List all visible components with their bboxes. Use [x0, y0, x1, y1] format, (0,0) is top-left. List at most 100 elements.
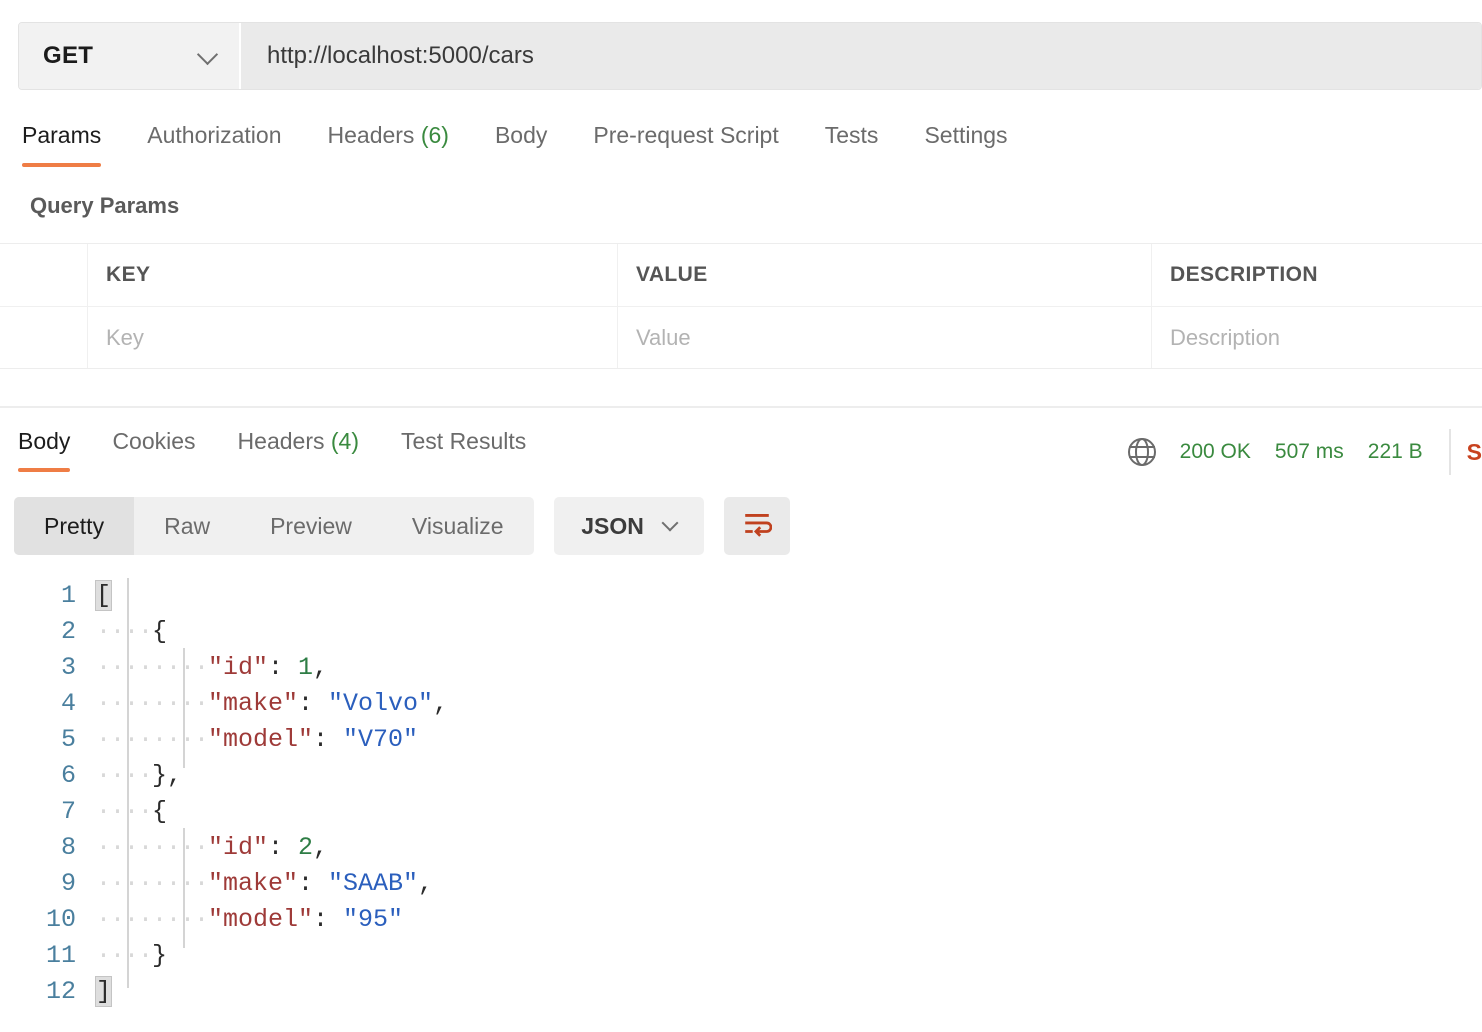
view-mode-preview[interactable]: Preview — [240, 497, 382, 555]
query-params-title: Query Params — [30, 193, 180, 218]
indent-dot: · — [138, 941, 154, 970]
code-line: 3 ········"id": 1, — [0, 650, 1482, 686]
tab-authorization[interactable]: Authorization — [147, 118, 281, 167]
tab-authorization-label: Authorization — [147, 122, 282, 148]
response-tab-headers-count: (4) — [330, 428, 359, 454]
indent-dot: · — [180, 869, 196, 898]
param-value-input[interactable]: Value — [618, 307, 1152, 368]
tab-pre-request-script-label: Pre-request Script — [593, 122, 779, 148]
code-text: ········"id": 2, — [96, 830, 328, 866]
tab-params-label: Params — [22, 122, 102, 148]
indent-dot: · — [110, 689, 126, 718]
response-tab-test-results[interactable]: Test Results — [401, 424, 526, 472]
view-mode-pretty[interactable]: Pretty — [14, 497, 135, 555]
code-token-pun: { — [152, 797, 168, 826]
indent-dot: · — [138, 905, 154, 934]
section-divider — [0, 406, 1482, 408]
save-response-button[interactable]: S — [1467, 439, 1482, 466]
indent-dot: · — [124, 941, 140, 970]
response-body-code[interactable]: 1[2 ····{3 ········"id": 1, 4 ········"make"… — [0, 578, 1482, 1032]
line-number: 4 — [60, 689, 76, 718]
word-wrap-toggle[interactable] — [723, 497, 790, 555]
indent-dot: · — [110, 761, 126, 790]
indent-dot: · — [138, 653, 154, 682]
view-mode-visualize[interactable]: Visualize — [382, 497, 534, 555]
indent-dot: · — [96, 905, 112, 934]
request-tab-bar: Params Authorization Headers (6) Body Pr… — [0, 118, 1482, 176]
tab-params[interactable]: Params — [22, 118, 102, 167]
code-token-pun: , — [313, 653, 329, 682]
http-method-selector[interactable]: GET — [19, 23, 241, 89]
param-key-input[interactable]: Key — [88, 307, 618, 368]
indent-dot: · — [110, 905, 126, 934]
indent-dot: · — [152, 869, 168, 898]
response-format-selector[interactable]: JSON — [553, 497, 704, 555]
code-line: 5 ········"model": "V70" — [0, 722, 1482, 758]
param-description-input[interactable]: Description — [1152, 307, 1482, 368]
indent-dot: · — [110, 725, 126, 754]
code-token-pun: , — [313, 833, 329, 862]
indent-dot: · — [124, 725, 140, 754]
code-token-brk: ] — [94, 976, 113, 1007]
response-tab-body[interactable]: Body — [18, 424, 71, 472]
row-checkbox-cell[interactable] — [0, 307, 88, 368]
tab-tests[interactable]: Tests — [825, 118, 879, 167]
indent-dot: · — [110, 797, 126, 826]
code-text: [ — [94, 578, 113, 614]
url-input[interactable]: http://localhost:5000/cars — [241, 23, 1481, 89]
status-code[interactable]: 200 OK — [1180, 440, 1251, 464]
code-line: 9 ········"make": "SAAB", — [0, 866, 1482, 902]
indent-dot: · — [152, 689, 168, 718]
response-time[interactable]: 507 ms — [1275, 440, 1344, 464]
header-cell-select — [0, 244, 88, 306]
code-token-pun: : — [313, 725, 344, 754]
tab-headers[interactable]: Headers (6) — [328, 118, 449, 167]
indent-dot: · — [194, 905, 210, 934]
indent-dot: · — [96, 797, 112, 826]
header-cell-description: DESCRIPTION — [1170, 263, 1318, 286]
table-row: Key Value Description — [0, 306, 1482, 368]
indent-dot: · — [152, 833, 168, 862]
line-number: 12 — [45, 977, 76, 1006]
globe-icon[interactable] — [1126, 436, 1158, 468]
indent-dot: · — [194, 653, 210, 682]
indent-dot: · — [110, 833, 126, 862]
line-number: 6 — [60, 761, 76, 790]
tab-pre-request-script[interactable]: Pre-request Script — [593, 118, 778, 167]
response-size[interactable]: 221 B — [1368, 440, 1423, 464]
indent-dot: · — [96, 617, 112, 646]
response-tab-cookies[interactable]: Cookies — [112, 424, 195, 472]
line-number: 7 — [60, 797, 76, 826]
code-line: 6 ····}, — [0, 758, 1482, 794]
line-number: 2 — [60, 617, 76, 646]
indent-dot: · — [166, 689, 182, 718]
code-token-pun: : — [268, 653, 299, 682]
code-token-pun: : — [298, 689, 329, 718]
code-text: ········"model": "95" — [96, 902, 403, 938]
code-text: ········"id": 1, — [96, 650, 328, 686]
code-token-pun: : — [313, 905, 344, 934]
indent-dot: · — [194, 689, 210, 718]
code-token-pun: : — [268, 833, 299, 862]
line-number: 1 — [60, 581, 76, 610]
tab-settings-label: Settings — [924, 122, 1008, 148]
tab-settings[interactable]: Settings — [924, 118, 1007, 167]
code-text: ····{ — [96, 794, 167, 830]
code-token-key: "id" — [208, 833, 269, 862]
indent-dot: · — [96, 833, 112, 862]
code-line: 2 ····{ — [0, 614, 1482, 650]
code-line: 10 ········"model": "95" — [0, 902, 1482, 938]
view-mode-raw[interactable]: Raw — [134, 497, 240, 555]
tab-headers-label: Headers — [327, 122, 415, 148]
param-value-placeholder: Value — [636, 324, 691, 350]
indent-dot: · — [194, 833, 210, 862]
response-status-strip: 200 OK 507 ms 221 B S — [1126, 424, 1482, 480]
indent-dot: · — [96, 653, 112, 682]
indent-dot: · — [96, 761, 112, 790]
indent-dot: · — [166, 905, 182, 934]
code-line: 4 ········"make": "Volvo", — [0, 686, 1482, 722]
tab-body[interactable]: Body — [495, 118, 547, 167]
code-token-brk: [ — [94, 580, 113, 611]
tab-headers-count: (6) — [420, 122, 449, 148]
response-tab-headers[interactable]: Headers (4) — [238, 424, 359, 472]
